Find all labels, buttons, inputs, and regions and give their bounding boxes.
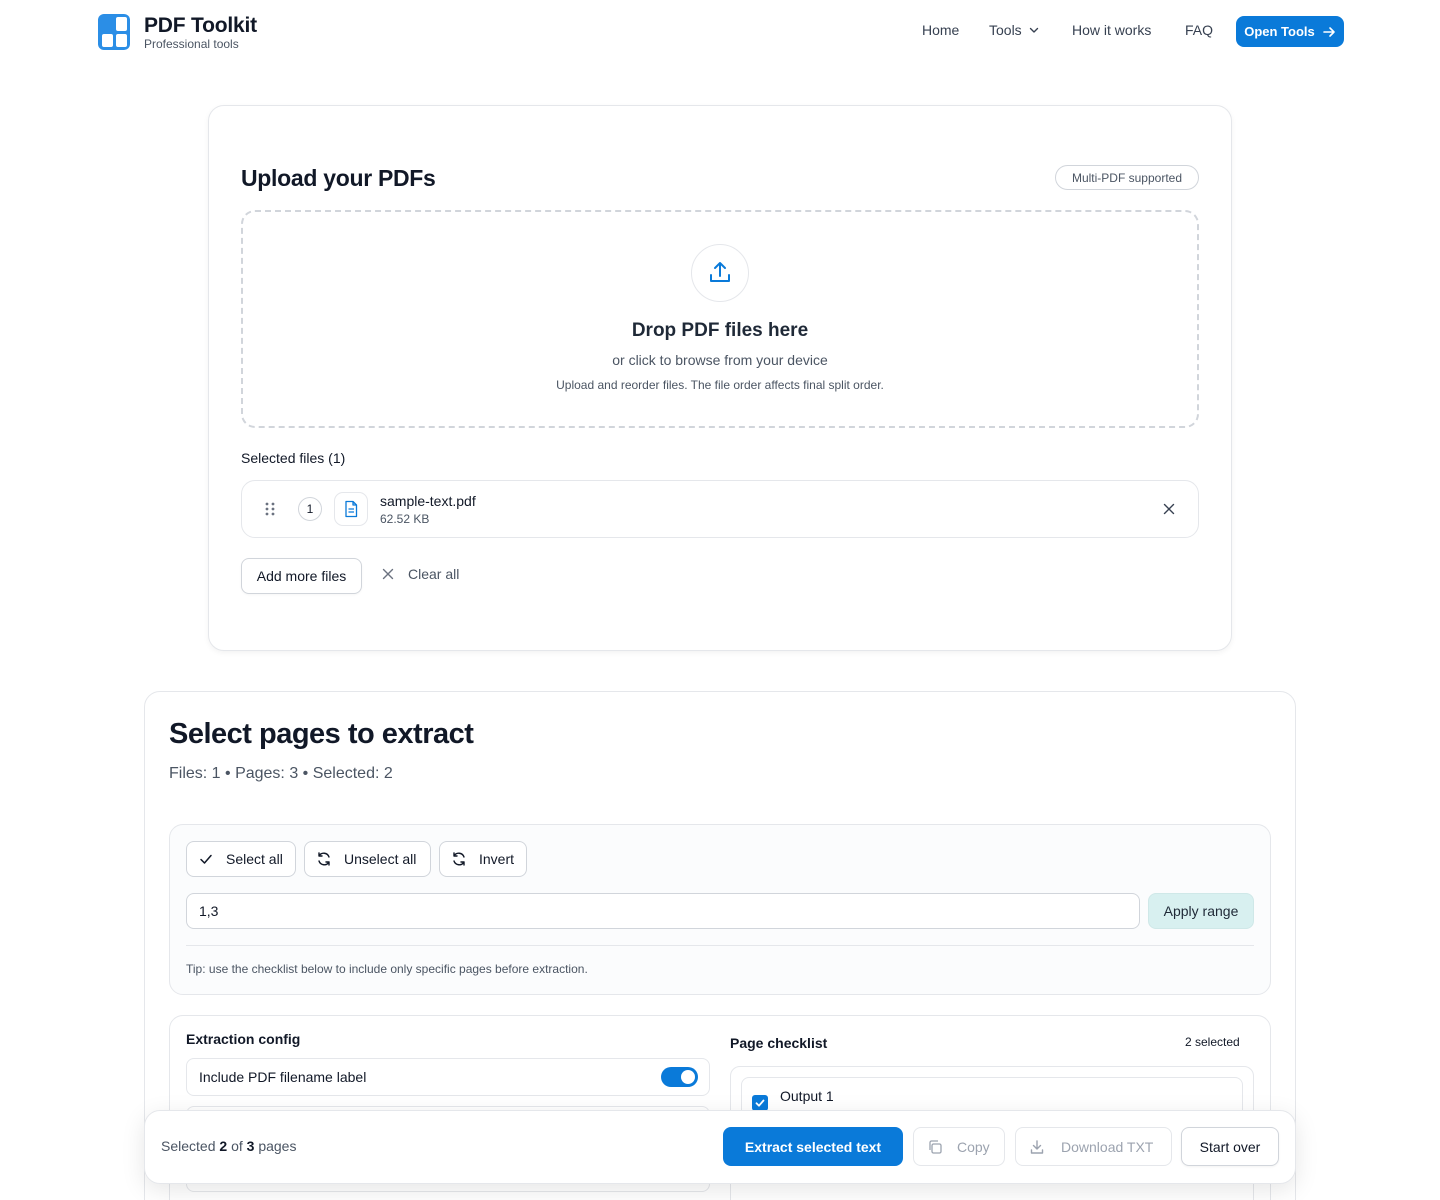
selected-count: 2 (219, 1138, 228, 1154)
dropzone-subtitle: or click to browse from your device (612, 352, 828, 368)
page-checklist-title: Page checklist (730, 1035, 828, 1051)
start-over-button[interactable]: Start over (1181, 1127, 1279, 1166)
clear-all-button[interactable]: Clear all (382, 566, 459, 582)
upload-title: Upload your PDFs (241, 165, 436, 191)
extraction-config-title: Extraction config (186, 1031, 301, 1047)
copy-button[interactable]: Copy (913, 1127, 1005, 1166)
file-document-icon (334, 492, 368, 526)
open-tools-label: Open Tools (1244, 24, 1315, 39)
check-icon (200, 854, 212, 864)
brand-title[interactable]: PDF Toolkit (144, 14, 257, 38)
page-checklist-count: 2 selected (1185, 1035, 1240, 1049)
check-icon (755, 1099, 765, 1107)
nav-tools-label: Tools (989, 22, 1022, 38)
clear-all-label: Clear all (408, 566, 460, 582)
nav-faq[interactable]: FAQ (1185, 22, 1213, 38)
invert-label: Invert (479, 851, 515, 867)
select-pages-title: Select pages to extract (169, 718, 474, 750)
top-header: PDF Toolkit Professional tools Home Tool… (0, 0, 1440, 64)
remove-file-button[interactable] (1160, 500, 1178, 518)
open-tools-button[interactable]: Open Tools (1236, 16, 1344, 47)
unselect-all-label: Unselect all (344, 851, 417, 867)
pdf-dropzone[interactable] (241, 210, 1199, 428)
pages-summary: Files: 1 • Pages: 3 • Selected: 2 (169, 765, 393, 782)
checklist-item-label: Output 1 (780, 1088, 834, 1104)
file-row[interactable] (241, 480, 1199, 538)
copy-label: Copy (957, 1138, 990, 1155)
filename-label-toggle[interactable] (661, 1067, 698, 1087)
summary-suffix: pages (258, 1138, 297, 1154)
checklist-tip: Tip: use the checklist below to include … (186, 962, 588, 976)
selected-files-label: Selected files (1) (241, 450, 346, 466)
copy-icon (929, 1139, 942, 1154)
selection-summary: Selected 2 of 3 pages (161, 1138, 296, 1154)
download-txt-label: Download TXT (1061, 1138, 1154, 1155)
filename-label-option-text: Include PDF filename label (199, 1069, 367, 1085)
close-icon (1163, 503, 1175, 515)
summary-of: of (231, 1138, 243, 1154)
summary-prefix: Selected (161, 1138, 216, 1154)
unselect-all-button[interactable]: Unselect all (304, 841, 431, 877)
page-range-input[interactable] (186, 893, 1140, 929)
add-more-files-button[interactable]: Add more files (241, 558, 362, 594)
download-txt-button[interactable]: Download TXT (1015, 1127, 1172, 1166)
file-order-badge: 1 (298, 497, 322, 521)
select-all-button[interactable]: Select all (186, 841, 296, 877)
total-count: 3 (246, 1138, 255, 1154)
checkbox[interactable] (752, 1095, 768, 1111)
toggle-knob (681, 1070, 695, 1084)
extract-selected-text-button[interactable]: Extract selected text (723, 1127, 903, 1166)
multi-pdf-badge: Multi-PDF supported (1055, 165, 1199, 190)
dropzone-note: Upload and reorder files. The file order… (556, 378, 884, 392)
refresh-icon (453, 852, 465, 866)
brand-subtitle: Professional tools (144, 37, 239, 51)
select-all-label: Select all (226, 851, 283, 867)
divider (186, 945, 1254, 946)
nav-tools[interactable]: Tools (989, 22, 1040, 38)
close-icon (382, 568, 394, 580)
dropzone-title: Drop PDF files here (631, 320, 809, 341)
drag-handle-icon[interactable] (263, 501, 277, 517)
nav-home[interactable]: Home (922, 22, 959, 38)
arrow-right-icon (1322, 26, 1335, 37)
nav-how-it-works[interactable]: How it works (1072, 22, 1151, 38)
file-size: 62.52 KB (380, 512, 430, 526)
download-icon (1030, 1139, 1044, 1154)
apply-range-button[interactable]: Apply range (1148, 893, 1254, 929)
filename-label-option[interactable]: Include PDF filename label (186, 1058, 710, 1096)
chevron-down-icon (1029, 27, 1038, 33)
invert-button[interactable]: Invert (439, 841, 527, 877)
logo-icon[interactable] (98, 14, 130, 50)
upload-icon (691, 244, 749, 302)
file-name: sample-text.pdf (380, 493, 476, 509)
refresh-icon (318, 852, 330, 866)
